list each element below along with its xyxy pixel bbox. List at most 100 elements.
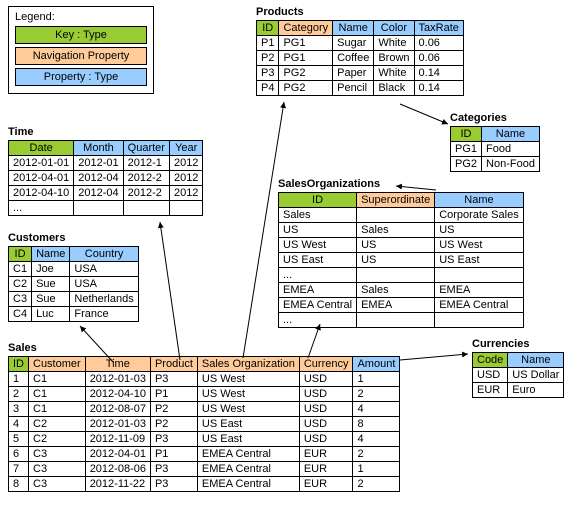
table-row: PG1Food xyxy=(451,142,540,157)
table-cell: ... xyxy=(9,201,74,216)
table-cell: Food xyxy=(482,142,540,157)
table-cell: 0.14 xyxy=(414,66,463,81)
table-cell: Sue xyxy=(32,277,70,292)
table-cell: 2012-01-03 xyxy=(85,417,150,432)
table-cell: EUR xyxy=(299,462,353,477)
table-cell: 2012-1 xyxy=(123,156,169,171)
col-header: Month xyxy=(74,141,123,156)
table-row: USSalesUS xyxy=(279,223,524,238)
table-cell: White xyxy=(374,36,414,51)
table-row: 5C22012-11-09P3US EastUSD4 xyxy=(9,432,400,447)
table-cell: PG1 xyxy=(451,142,482,157)
table-cell: Sales xyxy=(279,208,357,223)
customers-title: Customers xyxy=(8,232,139,244)
table-cell: USD xyxy=(473,368,508,383)
table-cell: White xyxy=(374,66,414,81)
table-row: P3PG2PaperWhite0.14 xyxy=(257,66,464,81)
table-cell: P1 xyxy=(257,36,279,51)
customers-box: Customers IDNameCountryC1JoeUSAC2SueUSAC… xyxy=(8,232,139,322)
table-cell: 8 xyxy=(9,477,29,492)
table-cell: US Dollar xyxy=(508,368,564,383)
table-row: 3C12012-08-07P2US WestUSD4 xyxy=(9,402,400,417)
table-cell: 2 xyxy=(353,447,400,462)
col-header: Amount xyxy=(353,357,400,372)
table-cell: C2 xyxy=(29,417,86,432)
table-cell: Paper xyxy=(333,66,374,81)
table-cell: Sales xyxy=(357,223,435,238)
table-cell: EUR xyxy=(299,447,353,462)
table-cell: Joe xyxy=(32,262,70,277)
col-header: ID xyxy=(9,357,29,372)
sales-table: IDCustomerTimeProductSales OrganizationC… xyxy=(8,356,400,492)
table-cell: US xyxy=(435,223,524,238)
table-cell: 4 xyxy=(353,432,400,447)
table-cell: P1 xyxy=(150,387,197,402)
table-cell: EUR xyxy=(299,477,353,492)
table-cell: Netherlands xyxy=(70,292,138,307)
table-cell: Sugar xyxy=(333,36,374,51)
table-cell: 7 xyxy=(9,462,29,477)
arrow-products-category xyxy=(400,104,448,124)
table-cell: Euro xyxy=(508,383,564,398)
col-header: Product xyxy=(150,357,197,372)
table-cell: 2012-11-09 xyxy=(85,432,150,447)
table-cell: EMEA Central xyxy=(197,462,299,477)
table-row: C2SueUSA xyxy=(9,277,139,292)
table-row: USDUS Dollar xyxy=(473,368,564,383)
table-cell: EMEA xyxy=(279,283,357,298)
salesorg-table: IDSuperordinateNameSalesCorporate SalesU… xyxy=(278,192,524,328)
table-cell: USD xyxy=(299,387,353,402)
table-cell: 2012-08-06 xyxy=(85,462,150,477)
table-cell: US West xyxy=(197,402,299,417)
table-cell: C1 xyxy=(29,387,86,402)
table-cell: USA xyxy=(70,262,138,277)
table-cell: PG2 xyxy=(451,157,482,172)
table-cell: C3 xyxy=(29,477,86,492)
table-cell: 2012 xyxy=(169,171,202,186)
table-cell: PG2 xyxy=(279,81,333,96)
table-cell: 2012-04-10 xyxy=(9,186,74,201)
table-cell: 2012-01 xyxy=(74,156,123,171)
table-cell: 1 xyxy=(353,372,400,387)
table-cell: US East xyxy=(197,417,299,432)
table-cell: 2 xyxy=(9,387,29,402)
table-row: 2012-01-012012-012012-12012 xyxy=(9,156,203,171)
col-header: Name xyxy=(435,193,524,208)
table-cell: Pencil xyxy=(333,81,374,96)
table-row: 2012-04-012012-042012-22012 xyxy=(9,171,203,186)
col-header: TaxRate xyxy=(414,21,463,36)
table-cell: P3 xyxy=(150,432,197,447)
table-row: C1JoeUSA xyxy=(9,262,139,277)
col-header: Name xyxy=(32,247,70,262)
table-cell: US East xyxy=(435,253,524,268)
table-cell: 2012-11-22 xyxy=(85,477,150,492)
col-header: Date xyxy=(9,141,74,156)
table-cell: 2012-04-01 xyxy=(9,171,74,186)
col-header: Time xyxy=(85,357,150,372)
table-cell: USA xyxy=(70,277,138,292)
table-cell: C1 xyxy=(9,262,32,277)
table-row: EMEASalesEMEA xyxy=(279,283,524,298)
table-cell xyxy=(357,208,435,223)
table-cell: P3 xyxy=(150,462,197,477)
table-cell: US West xyxy=(197,372,299,387)
table-cell: 2012-2 xyxy=(123,171,169,186)
col-header: ID xyxy=(257,21,279,36)
legend-title: Legend: xyxy=(15,11,147,23)
table-row: P4PG2PencilBlack0.14 xyxy=(257,81,464,96)
table-cell: 2012-01-01 xyxy=(9,156,74,171)
table-cell: C2 xyxy=(29,432,86,447)
table-cell: US xyxy=(357,253,435,268)
time-box: Time DateMonthQuarterYear2012-01-012012-… xyxy=(8,126,203,216)
table-cell: Luc xyxy=(32,307,70,322)
table-row: 7C32012-08-06P3EMEA CentralEUR1 xyxy=(9,462,400,477)
table-cell: P3 xyxy=(150,477,197,492)
table-cell: C1 xyxy=(29,402,86,417)
table-cell: EMEA xyxy=(357,298,435,313)
table-cell xyxy=(357,313,435,328)
table-cell: P3 xyxy=(150,372,197,387)
currencies-box: Currencies CodeNameUSDUS DollarEUREuro xyxy=(472,338,564,398)
table-cell: 1 xyxy=(353,462,400,477)
legend: Legend: Key : Type Navigation Property P… xyxy=(8,6,154,94)
table-cell: Sue xyxy=(32,292,70,307)
